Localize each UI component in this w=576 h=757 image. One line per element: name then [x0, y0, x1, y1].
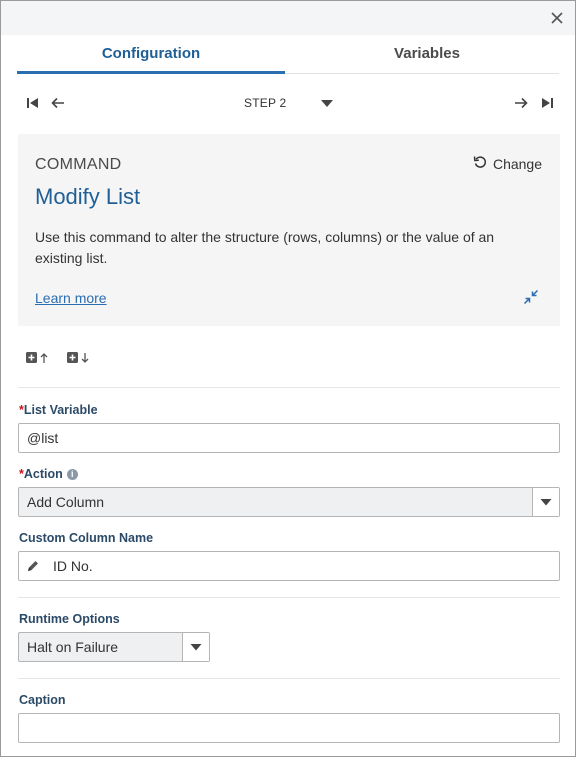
runtime-options-dropdown-caret-icon[interactable]	[182, 633, 209, 661]
caption-label: Caption	[19, 693, 66, 707]
command-title: Modify List	[35, 184, 141, 209]
custom-column-name-label: Custom Column Name	[19, 531, 154, 545]
change-command-button[interactable]: Change	[473, 155, 542, 172]
add-step-above-icon[interactable]	[25, 350, 51, 366]
collapse-icon[interactable]	[523, 289, 539, 305]
section-divider	[18, 387, 560, 388]
panel-header-bar	[1, 1, 575, 35]
section-divider	[18, 597, 560, 598]
undo-icon	[473, 155, 487, 172]
command-description: Use this command to alter the structure …	[35, 229, 495, 266]
add-step-below-icon[interactable]	[66, 350, 92, 366]
command-info-card: COMMAND Change Modify List Use this comm…	[18, 134, 560, 326]
next-step-icon[interactable]	[513, 95, 529, 111]
step-label: STEP 2	[244, 96, 287, 110]
pencil-icon	[26, 559, 40, 573]
tab-bar: Configuration Variables	[17, 35, 559, 74]
list-variable-input[interactable]: @list	[18, 423, 560, 453]
tab-configuration[interactable]: Configuration	[17, 35, 285, 73]
caption-input[interactable]	[18, 713, 560, 743]
action-value: Add Column	[27, 494, 105, 510]
action-dropdown-caret-icon[interactable]	[532, 488, 559, 516]
runtime-options-select[interactable]: Halt on Failure	[18, 632, 210, 662]
list-variable-value: @list	[27, 430, 59, 446]
runtime-options-value: Halt on Failure	[27, 639, 119, 655]
command-kicker: COMMAND	[35, 156, 122, 173]
step-navigator: STEP 2	[17, 89, 559, 119]
list-variable-label: *List Variable	[19, 403, 98, 417]
info-icon[interactable]: i	[66, 469, 78, 480]
first-step-icon[interactable]	[25, 95, 41, 111]
action-select[interactable]: Add Column	[18, 487, 560, 517]
custom-column-name-value: ID No.	[53, 558, 93, 574]
custom-column-name-input[interactable]: ID No.	[18, 551, 560, 581]
close-icon[interactable]	[548, 9, 566, 27]
tab-variables[interactable]: Variables	[293, 35, 561, 73]
action-label: *Action i	[19, 467, 78, 481]
learn-more-link[interactable]: Learn more	[35, 290, 107, 306]
previous-step-icon[interactable]	[50, 95, 66, 111]
active-tab-indicator	[17, 71, 285, 74]
change-label: Change	[492, 155, 542, 172]
section-divider	[18, 678, 560, 679]
last-step-icon[interactable]	[539, 95, 555, 111]
runtime-options-label: Runtime Options	[19, 612, 120, 626]
step-dropdown-caret-icon[interactable]	[320, 96, 334, 110]
step-config-panel: Configuration Variables STEP 2 COMMAND C…	[0, 0, 576, 757]
